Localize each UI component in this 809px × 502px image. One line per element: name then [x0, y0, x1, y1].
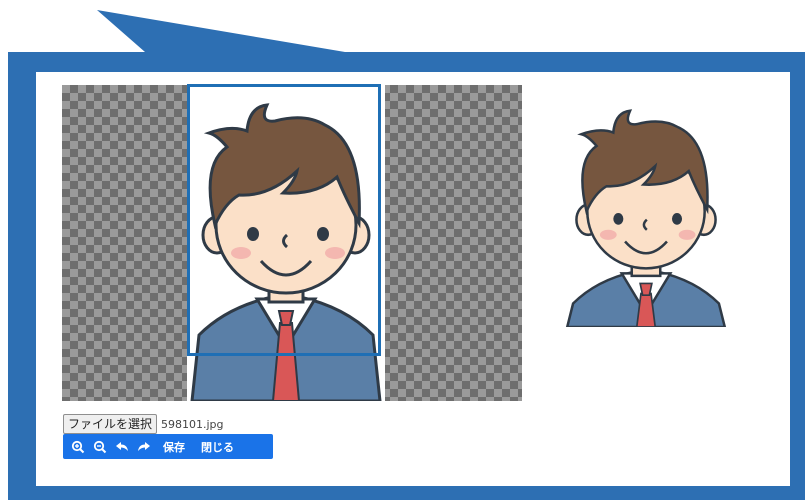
rotate-right-button[interactable]	[137, 438, 151, 456]
close-button[interactable]: 閉じる	[197, 438, 238, 456]
rotate-left-button[interactable]	[115, 438, 129, 456]
choose-file-button[interactable]: ファイルを選択	[63, 414, 158, 434]
save-button[interactable]: 保存	[159, 438, 189, 456]
crop-preview	[563, 94, 729, 327]
zoom-in-icon	[71, 440, 85, 453]
editor-toolbar: 保存 閉じる	[63, 434, 273, 459]
rotate-right-icon	[138, 441, 150, 451]
zoom-in-button[interactable]	[71, 438, 85, 456]
boy-portrait-preview-image	[565, 109, 727, 327]
selected-file-name: 598101.jpg	[161, 417, 224, 431]
zoom-out-button[interactable]	[93, 438, 107, 456]
file-input-row: ファイルを選択 598101.jpg	[63, 414, 224, 434]
image-editor-panel: ファイルを選択 598101.jpg 保存 閉じる	[36, 72, 790, 486]
rotate-left-icon	[116, 441, 128, 451]
zoom-out-icon	[93, 440, 107, 453]
crop-selection-box[interactable]	[187, 84, 381, 356]
